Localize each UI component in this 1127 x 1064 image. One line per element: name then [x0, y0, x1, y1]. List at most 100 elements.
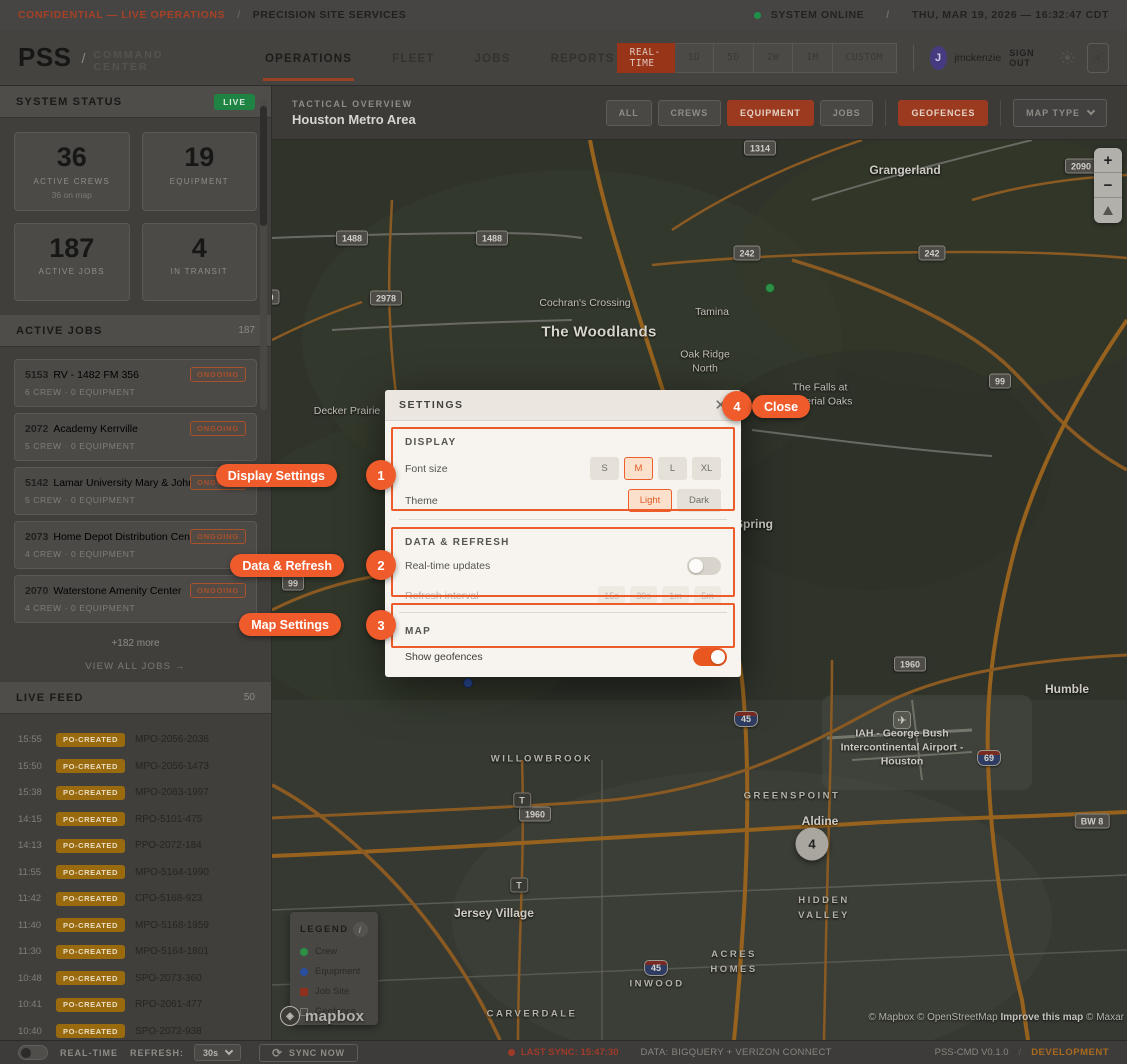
- font-size-label: Font size: [405, 463, 448, 475]
- font-size-button[interactable]: M: [624, 457, 653, 480]
- font-size-button[interactable]: XL: [692, 457, 721, 480]
- time-range-button[interactable]: 5D: [714, 43, 753, 73]
- realtime-toggle[interactable]: [18, 1045, 48, 1060]
- data-refresh-section-title: DATA & REFRESH: [405, 537, 721, 548]
- chevron-down-icon: [1087, 107, 1095, 115]
- improve-map-link[interactable]: Improve this map: [1000, 1012, 1083, 1023]
- feed-ref: CPO-5168-923: [135, 893, 202, 904]
- time-range-button[interactable]: 1M: [793, 43, 832, 73]
- road-shield: T: [513, 793, 531, 808]
- job-id: 2073: [25, 531, 48, 543]
- map-marker[interactable]: 4: [796, 828, 829, 861]
- feed-time: 15:38: [18, 787, 56, 798]
- job-id: 5153: [25, 369, 48, 381]
- geofences-button[interactable]: GEOFENCES: [898, 100, 988, 126]
- legend-item: Job Site: [300, 986, 368, 997]
- bottom-status-bar: REAL-TIME REFRESH: 30s ⟳ SYNC NOW LAST S…: [0, 1040, 1127, 1064]
- map-attribution[interactable]: © Mapbox © OpenStreetMap Improve this ma…: [868, 1012, 1124, 1023]
- feed-scrollbar[interactable]: [260, 100, 267, 410]
- map-type-label: MAP TYPE: [1026, 108, 1080, 118]
- feed-item[interactable]: 10:48 PO-CREATED SPO-2073-360: [0, 965, 271, 992]
- feed-item[interactable]: 10:40 PO-CREATED SPO-2072-938: [0, 1018, 271, 1040]
- font-size-button[interactable]: L: [658, 457, 687, 480]
- mapbox-logo[interactable]: ◈ mapbox: [280, 1006, 364, 1026]
- road-shield: 45: [734, 711, 758, 727]
- theme-option-button[interactable]: Dark: [677, 489, 721, 512]
- feed-item[interactable]: 11:55 PO-CREATED MPO-5164-1990: [0, 859, 271, 886]
- nav-tab[interactable]: JOBS: [473, 34, 513, 81]
- feed-item[interactable]: 15:55 PO-CREATED MPO-2056-2036: [0, 726, 271, 753]
- job-card[interactable]: 2073 Home Depot Distribution Center Repa…: [14, 521, 257, 569]
- realtime-updates-toggle[interactable]: [687, 557, 721, 575]
- road-shield: 99: [989, 374, 1011, 389]
- map-marker[interactable]: [463, 678, 473, 688]
- map-filter-button[interactable]: EQUIPMENT: [727, 100, 814, 126]
- compass-button[interactable]: [1094, 198, 1122, 223]
- map-filter-button[interactable]: ALL: [606, 100, 652, 126]
- feed-item[interactable]: 15:38 PO-CREATED MPO-2063-1997: [0, 779, 271, 806]
- time-range-button[interactable]: 1D: [675, 43, 714, 73]
- feed-badge: PO-CREATED: [56, 865, 125, 879]
- annotation-circle-4: 4: [722, 391, 752, 421]
- map-marker[interactable]: [765, 283, 775, 293]
- feed-item[interactable]: 10:41 PO-CREATED RPO-2061-477: [0, 991, 271, 1018]
- feed-time: 11:40: [18, 920, 56, 931]
- refresh-interval-button[interactable]: 1m: [662, 586, 689, 605]
- map-type-dropdown[interactable]: MAP TYPE: [1013, 99, 1107, 127]
- display-section: DISPLAY Font size SMLXL Theme LightDark: [393, 429, 733, 509]
- feed-item[interactable]: 11:42 PO-CREATED CPO-5168-923: [0, 885, 271, 912]
- brightness-icon[interactable]: [1060, 50, 1075, 65]
- theme-option-button[interactable]: Light: [628, 489, 672, 512]
- job-card[interactable]: 2072 Academy Kerrville ONGOING 5 CREW · …: [14, 413, 257, 461]
- zoom-out-button[interactable]: −: [1094, 173, 1122, 198]
- refresh-select[interactable]: 30s: [194, 1044, 241, 1061]
- feed-badge: PO-CREATED: [56, 918, 125, 932]
- map-filter-button[interactable]: CREWS: [658, 100, 722, 126]
- refresh-interval-button[interactable]: 5m: [694, 586, 721, 605]
- sign-out-button[interactable]: SIGN OUT: [1009, 48, 1044, 68]
- feed-badge: PO-CREATED: [56, 812, 125, 826]
- last-sync-status: LAST SYNC: 15:47:30: [508, 1047, 619, 1058]
- annotation-box-map: [391, 603, 735, 648]
- feed-ref: RPO-2061-477: [135, 999, 202, 1010]
- feed-ref: MPO-5164-1990: [135, 867, 209, 878]
- avatar[interactable]: J: [930, 46, 947, 70]
- feed-item[interactable]: 11:30 PO-CREATED MPO-5164-1801: [0, 938, 271, 965]
- font-size-button[interactable]: S: [590, 457, 619, 480]
- theme-toggle-button[interactable]: [1087, 43, 1109, 73]
- map-filter-button[interactable]: JOBS: [820, 100, 874, 126]
- sync-now-button[interactable]: ⟳ SYNC NOW: [259, 1044, 358, 1062]
- feed-time: 14:13: [18, 840, 56, 851]
- divider: [399, 519, 727, 520]
- map-place-label: IAH - George Bush Intercontinental Airpo…: [838, 727, 966, 770]
- separator: /: [82, 50, 86, 66]
- feed-item[interactable]: 14:13 PO-CREATED PPO-2072-184: [0, 832, 271, 859]
- zoom-in-button[interactable]: +: [1094, 148, 1122, 173]
- show-geofences-toggle[interactable]: [693, 648, 727, 666]
- feed-item[interactable]: 14:15 PO-CREATED RPO-5101-475: [0, 806, 271, 833]
- nav-tab[interactable]: REPORTS: [549, 34, 617, 81]
- nav-tab[interactable]: FLEET: [390, 34, 436, 81]
- feed-scrollbar-thumb[interactable]: [260, 106, 267, 226]
- job-card[interactable]: 5153 RV - 1482 FM 356 ONGOING 6 CREW · 0…: [14, 359, 257, 407]
- stat-sub: 36 on map: [19, 190, 125, 200]
- annotation-circle-1: 1: [366, 460, 396, 490]
- nav-tab[interactable]: OPERATIONS: [263, 34, 354, 81]
- feed-item[interactable]: 11:40 PO-CREATED MPO-5168-1959: [0, 912, 271, 939]
- refresh-interval-button[interactable]: 30s: [630, 586, 657, 605]
- feed-time: 11:30: [18, 946, 56, 957]
- view-all-jobs-link[interactable]: VIEW ALL JOBS →: [0, 651, 271, 682]
- time-range-button[interactable]: CUSTOM: [833, 43, 897, 73]
- time-range-button[interactable]: REAL-TIME: [617, 43, 675, 73]
- time-range-button[interactable]: 2W: [754, 43, 793, 73]
- feed-item[interactable]: 15:50 PO-CREATED MPO-2056-1473: [0, 753, 271, 780]
- job-card[interactable]: 2070 Waterstone Amenity Center ONGOING 4…: [14, 575, 257, 623]
- annotation-label-map-settings: Map Settings: [239, 613, 341, 636]
- refresh-interval-group: 15s 30s 1m 5m: [598, 586, 721, 605]
- refresh-interval-button[interactable]: 15s: [598, 586, 625, 605]
- job-meta: 5 CREW · 0 EQUIPMENT: [25, 441, 246, 451]
- job-name: RV - 1482 FM 356: [53, 369, 139, 381]
- info-icon[interactable]: i: [353, 922, 368, 937]
- sync-status-dot: [508, 1049, 515, 1056]
- feed-ref: RPO-5101-475: [135, 814, 202, 825]
